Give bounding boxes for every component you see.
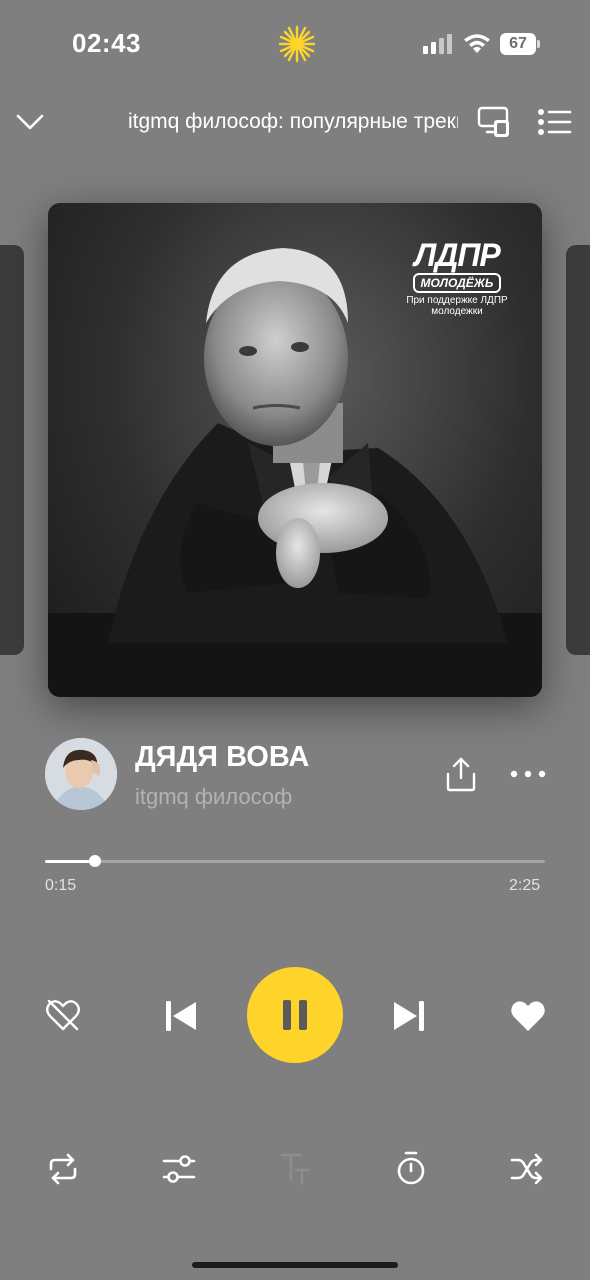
home-indicator[interactable] (192, 1262, 398, 1268)
previous-icon[interactable] (164, 998, 198, 1034)
cover-logo-sub: МОЛОДЁЖЬ (412, 273, 502, 293)
cover-caption: При поддержке ЛДПР молодежки (406, 295, 508, 317)
pause-icon (283, 1000, 307, 1030)
share-icon[interactable] (444, 756, 478, 792)
more-icon[interactable] (508, 762, 548, 786)
battery-level: 67 (500, 33, 536, 55)
next-icon[interactable] (392, 998, 426, 1034)
sun-icon (278, 25, 316, 63)
dislike-icon[interactable] (44, 996, 82, 1034)
cover-logo: ЛДПР МОЛОДЁЖЬ (412, 239, 502, 293)
timer-icon[interactable] (394, 1150, 428, 1186)
track-artist[interactable]: itgmq философ (135, 784, 292, 810)
shuffle-icon[interactable] (510, 1152, 544, 1186)
playlist-title[interactable]: itgmq философ: популярные треки (128, 110, 458, 134)
battery-icon: 67 (500, 33, 540, 55)
queue-icon[interactable] (536, 106, 572, 138)
track-title[interactable]: ДЯДЯ ВОВА (135, 741, 309, 774)
lyrics-icon (280, 1153, 310, 1185)
progress-thumb[interactable] (89, 855, 101, 867)
device-icon[interactable] (476, 104, 512, 140)
battery-tip (537, 40, 540, 48)
player-header: itgmq философ: популярные треки (0, 96, 590, 150)
repeat-icon[interactable] (46, 1152, 80, 1186)
chevron-down-icon[interactable] (14, 106, 46, 138)
time-elapsed: 0:15 (45, 877, 77, 894)
artist-avatar[interactable] (45, 738, 117, 810)
avatar-image (45, 738, 117, 810)
next-track-cover[interactable] (566, 245, 590, 655)
pause-button[interactable] (247, 967, 343, 1063)
time-total: 2:25 (509, 877, 541, 894)
cover-logo-main: ЛДПР (414, 237, 500, 273)
wifi-icon (464, 34, 490, 53)
previous-track-cover[interactable] (0, 245, 24, 655)
signal-icon (423, 34, 452, 54)
album-cover[interactable]: ЛДПР МОЛОДЁЖЬ При поддержке ЛДПР молодеж… (48, 203, 542, 697)
progress-bar[interactable] (45, 855, 545, 867)
heart-icon[interactable] (509, 998, 547, 1034)
equalizer-icon[interactable] (162, 1152, 196, 1186)
status-time: 02:43 (72, 28, 141, 58)
progress-fill (45, 860, 95, 863)
status-bar: 02:43 67 (0, 0, 590, 90)
